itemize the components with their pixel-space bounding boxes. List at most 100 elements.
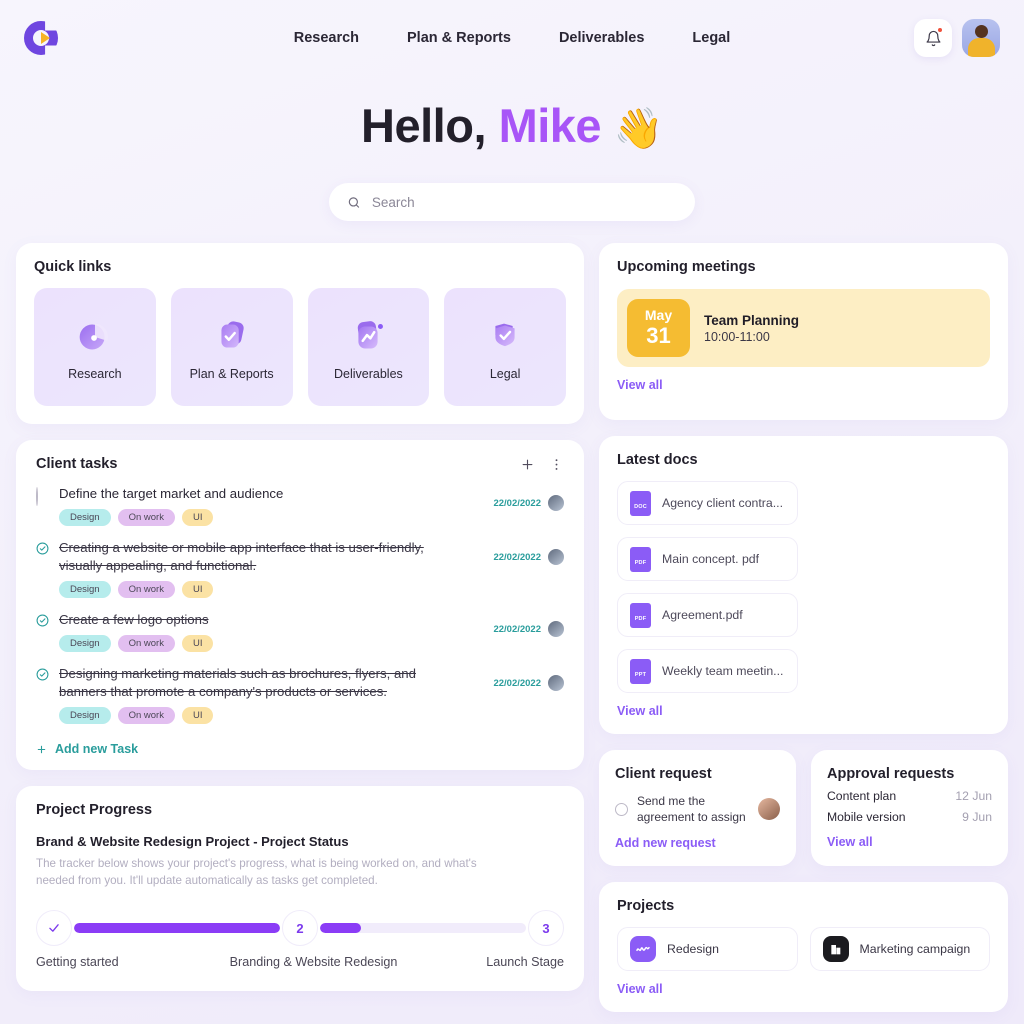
logo-accent bbox=[41, 32, 50, 44]
approvals-view-all-link[interactable]: View all bbox=[827, 835, 873, 849]
doc-item[interactable]: DOC Agency client contra... bbox=[617, 481, 798, 525]
quick-link-deliverables[interactable]: Deliverables bbox=[307, 288, 430, 406]
project-progress-title: Project Progress bbox=[36, 802, 153, 819]
top-navigation-bar: Research Plan & Reports Deliverables Leg… bbox=[0, 0, 1024, 76]
avatar-body bbox=[968, 38, 995, 57]
task-tag: Design bbox=[59, 635, 111, 653]
task-row[interactable]: Designing marketing materials such as br… bbox=[36, 665, 564, 725]
task-row[interactable]: Create a few logo options Design On work… bbox=[36, 611, 564, 653]
quick-link-plan-reports[interactable]: Plan & Reports bbox=[170, 288, 293, 406]
project-item-marketing[interactable]: Marketing campaign bbox=[809, 927, 990, 972]
task-tags: Design On work UI bbox=[59, 635, 493, 653]
more-vertical-icon bbox=[555, 458, 558, 470]
quick-links-list: Research Plan & Reports Deliverables Leg… bbox=[34, 288, 566, 406]
main-nav: Research Plan & Reports Deliverables Leg… bbox=[294, 30, 731, 46]
bell-icon bbox=[926, 30, 940, 46]
user-avatar[interactable] bbox=[962, 19, 1000, 57]
task-checkbox-checked-icon[interactable] bbox=[36, 614, 49, 627]
client-request-row[interactable]: Send me the agreement to assign bbox=[615, 793, 780, 825]
doc-type-label: PDF bbox=[634, 615, 647, 622]
step-label-1: Getting started bbox=[36, 955, 119, 970]
progress-bar-segment-2 bbox=[320, 923, 526, 934]
nav-item-legal[interactable]: Legal bbox=[692, 30, 730, 46]
task-assignee-avatar bbox=[548, 495, 564, 511]
doc-type-label: PDF bbox=[634, 559, 647, 566]
doc-item[interactable]: PPT Weekly team meetin... bbox=[617, 649, 798, 693]
task-text: Designing marketing materials such as br… bbox=[59, 666, 416, 700]
search-input[interactable] bbox=[371, 194, 677, 210]
task-meta: 22/02/2022 bbox=[493, 549, 564, 566]
task-checkbox-checked-icon[interactable] bbox=[36, 668, 49, 681]
projects-view-all-link[interactable]: View all bbox=[617, 982, 663, 996]
doc-item[interactable]: PDF Agreement.pdf bbox=[617, 593, 798, 637]
quick-link-legal[interactable]: Legal bbox=[444, 288, 566, 406]
doc-file-icon: PPT bbox=[630, 658, 651, 684]
doc-file-icon: DOC bbox=[630, 490, 651, 516]
nav-item-deliverables[interactable]: Deliverables bbox=[559, 30, 644, 46]
add-task-button[interactable] bbox=[520, 457, 535, 472]
client-tasks-actions bbox=[520, 457, 564, 472]
request-checkbox-icon[interactable] bbox=[615, 802, 628, 816]
task-assignee-avatar bbox=[548, 621, 564, 638]
task-row[interactable]: Creating a website or mobile app interfa… bbox=[36, 539, 564, 599]
pie-chart-icon bbox=[67, 313, 123, 361]
task-tag: On work bbox=[117, 509, 175, 527]
nav-item-plan-reports[interactable]: Plan & Reports bbox=[407, 30, 511, 46]
add-new-task-button[interactable]: Add new Task bbox=[36, 742, 564, 756]
progress-bar-fill bbox=[320, 923, 362, 934]
notifications-button[interactable] bbox=[914, 19, 952, 57]
check-icon bbox=[49, 924, 59, 932]
brand-logo-icon[interactable] bbox=[24, 21, 58, 55]
quick-link-research[interactable]: Research bbox=[34, 288, 156, 406]
dashboard-page: Research Plan & Reports Deliverables Leg… bbox=[0, 0, 1024, 1024]
client-tasks-title: Client tasks bbox=[36, 456, 118, 472]
step-node-2[interactable]: 2 bbox=[282, 910, 318, 947]
task-body: Define the target market and audience De… bbox=[59, 485, 493, 527]
task-checkbox-checked-icon[interactable] bbox=[36, 542, 49, 555]
projects-list: Redesign Marketing campaign bbox=[617, 927, 990, 972]
search-bar[interactable] bbox=[329, 183, 695, 221]
project-name: Redesign bbox=[667, 942, 719, 957]
dashboard-grid: Quick links Research Plan & Reports Deli… bbox=[0, 221, 1024, 1013]
task-tag: UI bbox=[181, 509, 214, 527]
docs-view-all-link[interactable]: View all bbox=[617, 704, 663, 718]
check-shield-icon bbox=[204, 313, 260, 361]
task-tag: UI bbox=[181, 635, 214, 653]
task-tag: On work bbox=[117, 581, 175, 599]
task-tags: Design On work UI bbox=[59, 581, 493, 599]
task-date: 22/02/2022 bbox=[493, 623, 541, 635]
task-options-button[interactable] bbox=[549, 457, 564, 472]
step-node-3[interactable]: 3 bbox=[528, 910, 564, 947]
latest-docs-title: Latest docs bbox=[617, 452, 698, 468]
wave-icon bbox=[630, 936, 656, 963]
task-tag: On work bbox=[117, 707, 175, 725]
approval-name: Mobile version bbox=[827, 810, 906, 824]
task-row[interactable]: Define the target market and audience De… bbox=[36, 485, 564, 527]
meeting-row[interactable]: May 31 Team Planning 10:00-11:00 bbox=[617, 289, 990, 367]
add-new-request-link[interactable]: Add new request bbox=[615, 836, 716, 850]
nav-item-research[interactable]: Research bbox=[294, 30, 359, 46]
quick-link-label: Legal bbox=[489, 367, 521, 381]
doc-name: Agreement.pdf bbox=[662, 608, 743, 622]
project-progress-card: Project Progress Brand & Website Redesig… bbox=[16, 786, 584, 992]
approval-requests-card: Approval requests Content plan 12 Jun Mo… bbox=[811, 750, 1008, 867]
doc-item[interactable]: PDF Main concept. pdf bbox=[617, 537, 798, 581]
project-item-redesign[interactable]: Redesign bbox=[617, 927, 798, 972]
doc-type-label: DOC bbox=[634, 503, 647, 510]
upcoming-meetings-title: Upcoming meetings bbox=[617, 259, 756, 275]
step-node-1[interactable] bbox=[36, 910, 72, 947]
meetings-view-all-link[interactable]: View all bbox=[617, 378, 663, 392]
progress-bar-segment-1 bbox=[74, 923, 280, 934]
approval-row[interactable]: Mobile version 9 Jun bbox=[827, 810, 992, 824]
task-checkbox-unchecked-icon[interactable] bbox=[36, 487, 49, 506]
approval-row[interactable]: Content plan 12 Jun bbox=[827, 789, 992, 803]
meeting-name: Team Planning bbox=[704, 312, 800, 328]
task-tag: UI bbox=[181, 707, 214, 725]
avatar-head bbox=[975, 25, 988, 38]
task-meta: 22/02/2022 bbox=[493, 621, 564, 638]
header-actions bbox=[914, 19, 1000, 57]
quick-links-card: Quick links Research Plan & Reports Deli… bbox=[16, 243, 584, 424]
doc-type-label: PPT bbox=[634, 671, 647, 678]
search-area bbox=[0, 183, 1024, 221]
latest-docs-list: DOC Agency client contra... PDF Main con… bbox=[617, 481, 990, 693]
